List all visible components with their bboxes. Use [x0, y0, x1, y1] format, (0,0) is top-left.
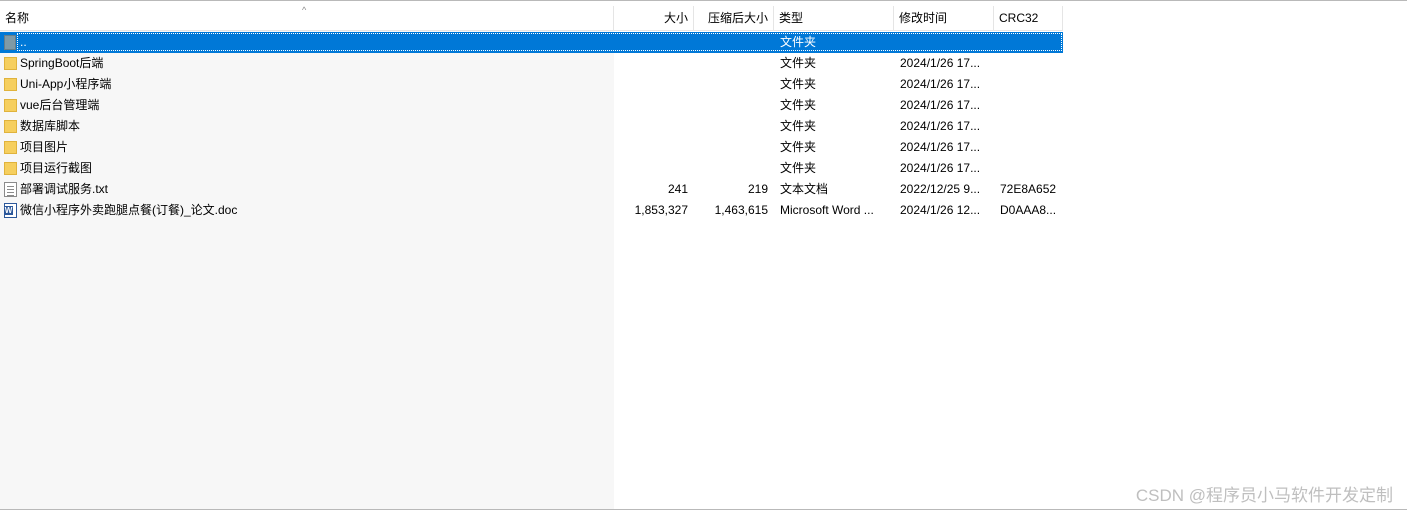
file-type: 文件夹: [780, 140, 817, 154]
file-compressed-size: [694, 74, 774, 95]
file-modified: 2024/1/26 17...: [900, 56, 981, 70]
column-header-size[interactable]: 大小: [614, 6, 694, 30]
file-compressed-size: [694, 158, 774, 179]
file-modified: 2024/1/26 17...: [900, 119, 981, 133]
file-name: Uni-App小程序端: [20, 77, 112, 91]
file-compressed-size: 1,463,615: [714, 203, 768, 217]
file-type: 文件夹: [780, 161, 817, 175]
file-name: 数据库脚本: [20, 119, 81, 133]
file-compressed-size: [694, 116, 774, 137]
file-name: SpringBoot后端: [20, 56, 104, 70]
column-header-modified[interactable]: 修改时间: [894, 6, 994, 30]
column-header-crc32[interactable]: CRC32: [994, 6, 1063, 30]
file-compressed-size: [694, 95, 774, 116]
file-type: 文件夹: [780, 56, 817, 70]
table-row[interactable]: Uni-App小程序端 文件夹 2024/1/26 17...: [0, 74, 1063, 95]
file-modified: 2024/1/26 12...: [900, 203, 981, 217]
table-row[interactable]: 项目图片 文件夹 2024/1/26 17...: [0, 137, 1063, 158]
file-size: 241: [667, 182, 688, 196]
file-crc32: D0AAA8...: [1000, 203, 1057, 217]
file-crc32: [994, 95, 1063, 116]
column-header-bar: ^ 名称 大小 压缩后大小 类型 修改时间 CRC32: [0, 5, 1063, 31]
file-name: 项目图片: [20, 140, 69, 154]
file-modified: 2024/1/26 17...: [900, 77, 981, 91]
file-compressed-size: [694, 32, 774, 53]
file-size: 1,853,327: [634, 203, 688, 217]
watermark-text: CSDN @程序员小马软件开发定制: [1135, 486, 1393, 505]
file-modified: 2022/12/25 9...: [900, 182, 981, 196]
table-row[interactable]: vue后台管理端 文件夹 2024/1/26 17...: [0, 95, 1063, 116]
file-crc32: [994, 32, 1063, 53]
file-size: [614, 74, 694, 95]
file-name: 微信小程序外卖跑腿点餐(订餐)_论文.doc: [20, 203, 238, 217]
table-row[interactable]: 部署调试服务.txt 241 219 文本文档 2022/12/25 9... …: [0, 179, 1063, 200]
archive-file-list: ^ 名称 大小 压缩后大小 类型 修改时间 CRC32 .. 文件夹 Sprin…: [0, 0, 1407, 510]
file-size: [614, 158, 694, 179]
file-crc32: 72E8A652: [1000, 182, 1057, 196]
file-modified: 2024/1/26 17...: [900, 98, 981, 112]
table-row[interactable]: .. 文件夹: [0, 32, 1063, 53]
file-crc32: [994, 116, 1063, 137]
table-row[interactable]: 项目运行截图 文件夹 2024/1/26 17...: [0, 158, 1063, 179]
file-compressed-size: [694, 137, 774, 158]
file-crc32: [994, 137, 1063, 158]
file-size: [614, 137, 694, 158]
file-compressed-size: 219: [747, 182, 768, 196]
file-type: 文件夹: [780, 98, 817, 112]
file-name: vue后台管理端: [20, 98, 100, 112]
file-size: [614, 32, 694, 53]
table-row[interactable]: 数据库脚本 文件夹 2024/1/26 17...: [0, 116, 1063, 137]
file-type: 文件夹: [780, 119, 817, 133]
file-crc32: [994, 74, 1063, 95]
table-row[interactable]: SpringBoot后端 文件夹 2024/1/26 17...: [0, 53, 1063, 74]
column-header-compressed-size[interactable]: 压缩后大小: [694, 6, 774, 30]
file-name: 项目运行截图: [20, 161, 93, 175]
file-type: 文件夹: [780, 77, 817, 91]
file-name: 部署调试服务.txt: [20, 182, 109, 196]
file-name: ..: [20, 35, 27, 49]
file-crc32: [994, 158, 1063, 179]
column-header-type[interactable]: 类型: [774, 6, 894, 30]
table-row[interactable]: 微信小程序外卖跑腿点餐(订餐)_论文.doc 1,853,327 1,463,6…: [0, 200, 1063, 221]
file-modified: 2024/1/26 17...: [900, 140, 981, 154]
file-size: [614, 116, 694, 137]
file-modified: 2024/1/26 17...: [900, 161, 981, 175]
column-header-name[interactable]: 名称: [0, 6, 614, 30]
file-size: [614, 53, 694, 74]
file-type: Microsoft Word ...: [780, 203, 874, 217]
file-modified: [894, 32, 994, 53]
file-type: 文件夹: [780, 35, 817, 49]
file-crc32: [994, 53, 1063, 74]
file-compressed-size: [694, 53, 774, 74]
file-type: 文本文档: [780, 182, 829, 196]
file-size: [614, 95, 694, 116]
